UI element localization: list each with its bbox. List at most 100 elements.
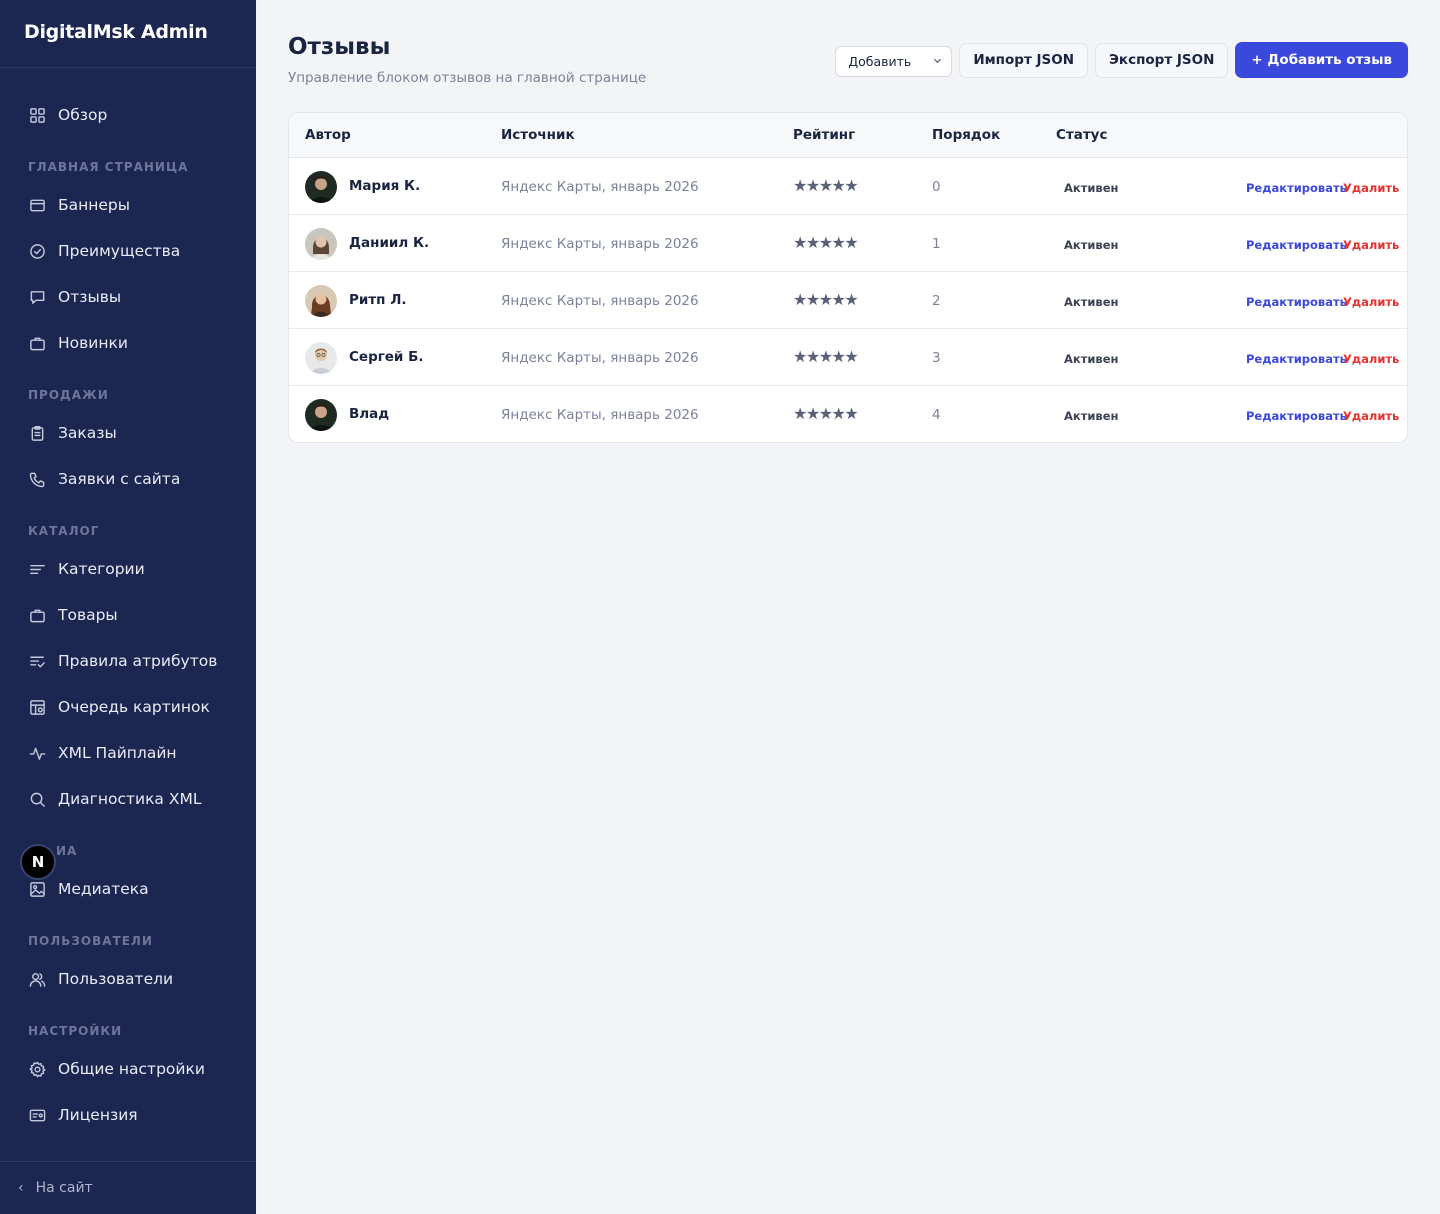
sidebar-item-label: Категории bbox=[58, 560, 145, 578]
table-row: Сергей Б. Яндекс Карты, январь 2026 ★★★★… bbox=[289, 329, 1407, 386]
add-select-value: Добавить bbox=[848, 53, 912, 69]
sidebar-item-label: Заявки с сайта bbox=[58, 470, 181, 488]
review-order: 3 bbox=[932, 350, 941, 366]
table-row: Ритп Л. Яндекс Карты, январь 2026 ★★★★★ … bbox=[289, 272, 1407, 329]
edit-link[interactable]: Редактировать bbox=[1246, 409, 1347, 423]
review-author: Сергей Б. bbox=[349, 349, 424, 365]
status-badge: Активен bbox=[1064, 409, 1119, 423]
sidebar-item-categories[interactable]: Категории bbox=[0, 546, 256, 592]
import-json-button[interactable]: Импорт JSON bbox=[959, 42, 1088, 78]
avatar bbox=[305, 285, 337, 317]
sidebar: DigitalMsk Admin Обзор ГЛАВНАЯ СТРАНИЦА … bbox=[0, 0, 256, 1214]
delete-link[interactable]: Удалить bbox=[1343, 409, 1399, 423]
edit-link[interactable]: Редактировать bbox=[1246, 181, 1347, 195]
sidebar-item-xml-diag[interactable]: Диагностика XML bbox=[0, 776, 256, 822]
review-order: 2 bbox=[932, 293, 941, 309]
chevron-left-icon: ‹ bbox=[18, 1180, 24, 1196]
review-source: Яндекс Карты, январь 2026 bbox=[501, 293, 699, 309]
sidebar-item-label: Отзывы bbox=[58, 288, 122, 306]
sidebar-item-reviews[interactable]: Отзывы bbox=[0, 274, 256, 320]
list-check-icon bbox=[28, 652, 46, 670]
brand-title: DigitalMsk Admin bbox=[0, 0, 256, 68]
rating-stars: ★★★★★ bbox=[793, 290, 859, 309]
export-json-button[interactable]: Экспорт JSON bbox=[1095, 42, 1229, 78]
sidebar-item-label: Пользователи bbox=[58, 970, 174, 988]
image-queue-icon bbox=[28, 698, 46, 716]
activity-icon bbox=[28, 744, 46, 762]
search-icon bbox=[28, 790, 46, 808]
section-title-settings: НАСТРОЙКИ bbox=[28, 1024, 123, 1038]
review-source: Яндекс Карты, январь 2026 bbox=[501, 350, 699, 366]
sidebar-item-attr-rules[interactable]: Правила атрибутов bbox=[0, 638, 256, 684]
sidebar-item-requests[interactable]: Заявки с сайта bbox=[0, 456, 256, 502]
sidebar-item-label: Заказы bbox=[58, 424, 117, 442]
rating-stars: ★★★★★ bbox=[793, 176, 859, 195]
sidebar-item-novelties[interactable]: Новинки bbox=[0, 320, 256, 366]
sidebar-item-users[interactable]: Пользователи bbox=[0, 956, 256, 1002]
sidebar-item-orders[interactable]: Заказы bbox=[0, 410, 256, 456]
avatar bbox=[305, 228, 337, 260]
status-badge: Активен bbox=[1064, 352, 1119, 366]
sidebar-item-xml-pipeline[interactable]: XML Пайплайн bbox=[0, 730, 256, 776]
sidebar-nav: Обзор ГЛАВНАЯ СТРАНИЦА Баннеры Преимущес… bbox=[0, 92, 256, 1138]
chat-icon bbox=[28, 288, 46, 306]
section-title-catalog: КАТАЛОГ bbox=[28, 524, 100, 538]
back-to-site-link[interactable]: ‹ На сайт bbox=[0, 1161, 256, 1214]
review-author: Мария К. bbox=[349, 178, 421, 194]
sidebar-item-label: Товары bbox=[58, 606, 118, 624]
delete-link[interactable]: Удалить bbox=[1343, 295, 1399, 309]
sidebar-item-label: Общие настройки bbox=[58, 1060, 205, 1078]
sidebar-item-label: Правила атрибутов bbox=[58, 652, 218, 670]
edit-link[interactable]: Редактировать bbox=[1246, 238, 1347, 252]
sidebar-item-label: Диагностика XML bbox=[58, 790, 202, 808]
next-badge-icon[interactable]: N bbox=[20, 844, 56, 880]
table-header: Автор Источник Рейтинг Порядок Статус bbox=[289, 113, 1407, 158]
sidebar-item-image-queue[interactable]: Очередь картинок bbox=[0, 684, 256, 730]
sidebar-item-label: Медиатека bbox=[58, 880, 149, 898]
sidebar-item-advantages[interactable]: Преимущества bbox=[0, 228, 256, 274]
status-badge: Активен bbox=[1064, 181, 1119, 195]
delete-link[interactable]: Удалить bbox=[1343, 352, 1399, 366]
sidebar-item-overview[interactable]: Обзор bbox=[0, 92, 256, 138]
review-author: Даниил К. bbox=[349, 235, 430, 251]
delete-link[interactable]: Удалить bbox=[1343, 181, 1399, 195]
avatar bbox=[305, 171, 337, 203]
edit-link[interactable]: Редактировать bbox=[1246, 352, 1347, 366]
briefcase-icon bbox=[28, 606, 46, 624]
chevron-down-icon bbox=[932, 54, 943, 69]
grid-icon bbox=[28, 106, 46, 124]
status-badge: Активен bbox=[1064, 238, 1119, 252]
sidebar-item-general-settings[interactable]: Общие настройки bbox=[0, 1046, 256, 1092]
main-content: Отзывы Управление блоком отзывов на глав… bbox=[256, 0, 1440, 1214]
license-card-icon bbox=[28, 1106, 46, 1124]
review-author: Влад bbox=[349, 406, 390, 422]
users-icon bbox=[28, 970, 46, 988]
delete-link[interactable]: Удалить bbox=[1343, 238, 1399, 252]
edit-link[interactable]: Редактировать bbox=[1246, 295, 1347, 309]
column-header-source: Источник bbox=[501, 127, 575, 143]
section-title-sales: ПРОДАЖИ bbox=[28, 388, 109, 402]
sidebar-item-label: Преимущества bbox=[58, 242, 181, 260]
sidebar-item-label: Новинки bbox=[58, 334, 128, 352]
review-source: Яндекс Карты, январь 2026 bbox=[501, 407, 699, 423]
status-badge: Активен bbox=[1064, 295, 1119, 309]
sidebar-item-label: Очередь картинок bbox=[58, 698, 210, 716]
page-title: Отзывы bbox=[288, 34, 391, 60]
list-icon bbox=[28, 560, 46, 578]
check-circle-icon bbox=[28, 242, 46, 260]
section-title-home: ГЛАВНАЯ СТРАНИЦА bbox=[28, 160, 189, 174]
avatar bbox=[305, 399, 337, 431]
card-icon bbox=[28, 196, 46, 214]
review-source: Яндекс Карты, январь 2026 bbox=[501, 236, 699, 252]
sidebar-item-license[interactable]: Лицензия bbox=[0, 1092, 256, 1138]
sidebar-item-label: XML Пайплайн bbox=[58, 744, 177, 762]
sidebar-item-label: Обзор bbox=[58, 106, 108, 124]
rating-stars: ★★★★★ bbox=[793, 233, 859, 252]
review-author: Ритп Л. bbox=[349, 292, 407, 308]
sidebar-item-banners[interactable]: Баннеры bbox=[0, 182, 256, 228]
briefcase-icon bbox=[28, 334, 46, 352]
back-to-site-label: На сайт bbox=[35, 1180, 93, 1196]
add-review-button[interactable]: + Добавить отзыв bbox=[1235, 42, 1408, 78]
add-select[interactable]: Добавить bbox=[835, 45, 953, 77]
sidebar-item-products[interactable]: Товары bbox=[0, 592, 256, 638]
